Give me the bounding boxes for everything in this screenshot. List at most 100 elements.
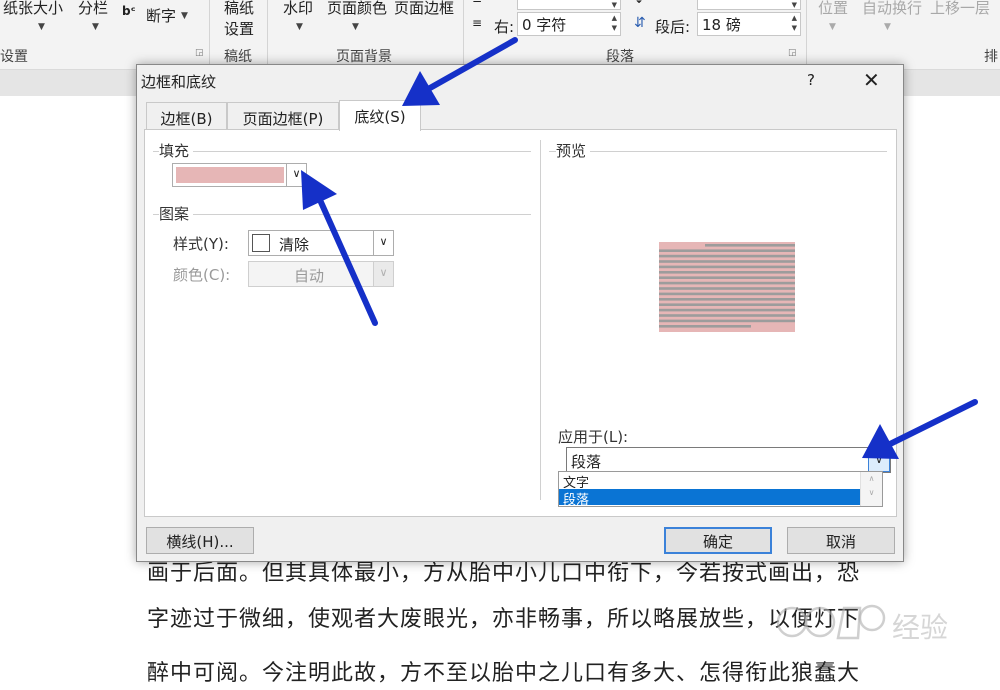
section-divider [153,214,531,215]
preview-text-line [659,292,795,296]
group-separator [267,0,268,68]
horizontal-line-button[interactable]: 横线(H)... [146,527,254,554]
preview-section-label: 预览 [556,140,591,161]
preview-text-line [659,303,795,306]
spin-down-icon[interactable]: ▼ [792,1,797,10]
pattern-color-label: 颜色(C): [173,266,231,284]
preview-text-line [659,314,795,317]
chevron-down-icon[interactable]: ∨ [373,231,393,255]
tab-page-border[interactable]: 页面边框(P) [227,102,339,130]
group-label-paragraph: 段落 [606,49,634,65]
cancel-button[interactable]: 取消 [787,527,895,554]
fill-section-label: 填充 [159,140,194,161]
group-separator [463,0,464,68]
ribbon: 纸张大小 ▼ 分栏 ▼ bᶜ 断字 ▼ 设置 ◲ 稿纸 设置 稿纸 水印 ▼ 页… [0,0,1000,70]
manuscript-settings-button[interactable]: 稿纸 [224,0,254,18]
spin-up-icon[interactable]: ▲ [792,14,797,23]
spin-down-icon[interactable]: ▼ [612,24,617,33]
ok-button[interactable]: 确定 [664,527,772,554]
indent-right-spinner[interactable]: 0 字符 ▲ ▼ [517,12,621,36]
preview-text-line [659,287,795,290]
tab-shading[interactable]: 底纹(S) [339,100,421,131]
apply-option-text[interactable]: 文字 [559,472,860,491]
hyphenation-icon: bᶜ [122,4,136,18]
shading-tab-panel: 填充 ∨ 图案 样式(Y): 清除 ∨ 颜色(C): 自动 ∨ 预览 应用于(L… [144,129,897,517]
pattern-section-label: 图案 [159,203,194,224]
chevron-down-icon: ▼ [181,11,188,21]
columns-button[interactable]: 分栏 [78,0,108,18]
page-size-button[interactable]: 纸张大小 [3,0,63,18]
help-button[interactable]: ? [807,71,815,89]
pattern-swatch [252,234,270,252]
group-label-page-setup: 设置 [0,49,28,65]
preview-text-line [705,244,795,247]
fill-color-swatch [176,167,284,183]
section-divider [153,151,531,152]
spacing-after-value: 18 磅 [702,16,741,34]
preview-text-line [659,325,751,328]
scroll-down-icon[interactable]: ∨ [861,483,882,497]
spacing-after-spinner[interactable]: 18 磅 ▲ ▼ [697,12,801,36]
group-separator [209,0,210,68]
apply-to-options-list[interactable]: 文字 段落 ∧ ∨ [558,471,883,508]
spin-down-icon[interactable]: ▼ [612,1,617,10]
preview-text-line [659,260,795,263]
group-label-page-background: 页面背景 [336,49,392,65]
spin-up-icon[interactable]: ▲ [612,14,617,23]
preview-text-line [659,319,795,323]
scroll-up-icon[interactable]: ∧ [861,472,882,483]
indent-right-icon: ≡ [472,16,483,30]
chevron-down-icon: ▼ [829,22,836,32]
apply-option-paragraph[interactable]: 段落 [559,489,860,508]
spacing-before-icon: ↕ [634,0,644,6]
watermark-button[interactable]: 水印 [283,0,313,18]
apply-to-value: 段落 [571,453,602,471]
hyphenation-button[interactable]: 断字 [146,5,176,26]
watermark-text: 经验 [892,611,949,644]
pattern-color-dropdown: 自动 ∨ [248,261,394,287]
section-divider [549,151,887,152]
document-line[interactable]: 醉中可阅。今注明此故，方不至以胎中之儿口有多大、怎得衔此狼蠢大 [147,655,860,687]
chevron-down-icon: ▼ [38,22,45,32]
spacing-after-icon: ⇵ [634,15,646,31]
fill-color-dropdown[interactable]: ∨ [172,163,307,187]
page-borders-button[interactable]: 页面边框 [394,0,454,18]
dialog-launcher-icon[interactable]: ◲ [788,48,797,58]
preview-text-line [659,265,795,269]
chevron-down-icon: ▼ [352,22,359,32]
apply-to-dropdown[interactable]: 段落 ∨ [566,447,891,473]
page-color-button[interactable]: 页面颜色 [327,0,387,18]
preview-text-line [659,298,795,301]
dialog-title: 边框和底纹 [141,73,217,91]
dialog-launcher-icon[interactable]: ◲ [195,48,204,58]
manuscript-settings-label: 设置 [224,20,255,38]
preview-text-line [659,308,795,312]
group-label-arrange: 排 [984,49,998,65]
spin-down-icon[interactable]: ▼ [792,24,797,33]
pattern-color-value: 自动 [294,267,325,285]
indent-left-icon: ≡ [472,0,482,6]
bring-forward-button[interactable]: 上移一层 [930,0,990,18]
preview-text-line [659,281,795,285]
chevron-down-icon: ∨ [373,262,393,286]
wrap-text-button[interactable]: 自动换行 [862,0,922,18]
close-icon[interactable]: ✕ [863,68,880,92]
position-button[interactable]: 位置 [818,0,848,18]
pattern-style-dropdown[interactable]: 清除 ∨ [248,230,394,256]
tab-borders[interactable]: 边框(B) [146,102,227,130]
scrollbar[interactable]: ∧ ∨ [860,472,882,506]
indent-right-value: 0 字符 [522,16,567,34]
preview-text-line [659,276,795,279]
spacing-before-spinner[interactable]: ▼ [697,0,801,10]
indent-left-spinner[interactable]: ▼ [517,0,621,10]
preview-text-line [659,249,795,252]
preview-text-line [659,254,795,258]
shading-preview [659,242,795,332]
chevron-down-icon: ▼ [884,22,891,32]
document-line[interactable]: 字迹过于微细，使观者大废眼光，亦非畅事，所以略展放些，以便灯下 [147,601,860,633]
chevron-down-icon[interactable]: ∨ [286,164,306,186]
group-separator [806,0,807,68]
pattern-style-value: 清除 [279,236,310,254]
chevron-down-icon[interactable]: ∨ [868,448,890,472]
borders-and-shading-dialog: 边框和底纹 ? ✕ 边框(B) 页面边框(P) 底纹(S) 填充 ∨ 图案 样式… [136,64,904,562]
